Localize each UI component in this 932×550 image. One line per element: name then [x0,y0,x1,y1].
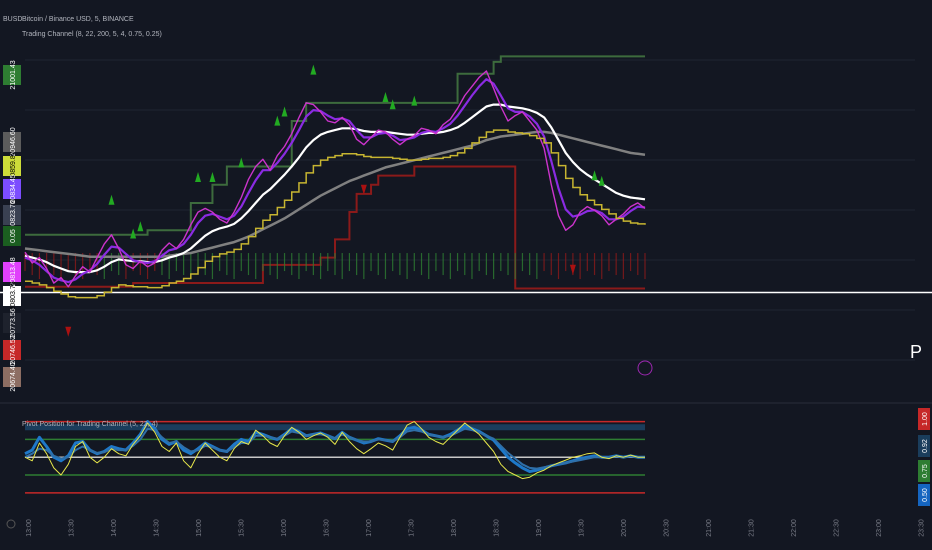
time-tick: 16:00 [281,519,288,537]
price-tag-label: 20803.75 [10,281,17,310]
time-tick: 14:00 [111,519,118,537]
time-tick: 22:30 [834,519,841,537]
time-tick: 16:30 [324,519,331,537]
time-tick: 23:00 [876,519,883,537]
indicator-title: Trading Channel (8, 22, 200, 5, 4, 0.75,… [22,31,162,38]
price-tag-label: 20834.45 [10,174,17,203]
oscillator-title: Pivot Position for Trading Channel (5, 2… [22,421,158,428]
price-tag-label: 20823.76 [10,200,17,229]
chart-title: Bitcoin / Binance USD, 5, BINANCE [22,16,134,23]
price-tag-label: 20773.56 [10,308,17,337]
chart-canvas: 13:00 13:30 14:00 14:30 15:00 15:30 16:00 16:30… [0,0,932,550]
time-tick: 14:30 [154,519,161,537]
time-tick: 17:30 [409,519,416,537]
price-tag-label: 21001.43 [10,60,17,89]
time-tick: 20:30 [664,519,671,537]
time-tick: 20:00 [621,519,628,537]
time-tick: 19:30 [579,519,586,537]
osc-tag-label: 1.00 [922,412,929,426]
price-tag-label: 20674.40 [10,362,17,391]
osc-tag-label: 0.75 [922,464,929,478]
time-tick: 21:00 [706,519,713,537]
time-tick: 15:00 [196,519,203,537]
time-tick: 21:30 [749,519,756,537]
time-tick: 18:30 [494,519,501,537]
time-tick: 18:00 [451,519,458,537]
time-tick: 13:30 [69,519,76,537]
price-tag-label: 20746.52 [10,335,17,364]
osc-tag-label: 0.50 [922,488,929,502]
time-tick: 17:00 [366,519,373,537]
time-tick: 19:00 [536,519,543,537]
osc-tag-label: 0.92 [922,439,929,453]
time-tick: 13:00 [26,519,33,537]
symbol-code: BUSD [3,16,22,23]
time-tick: 15:30 [239,519,246,537]
time-tick: 22:00 [791,519,798,537]
p-marker: P [910,342,922,362]
time-tick: 23:30 [919,519,926,537]
price-tag-label: 0.05 [10,229,17,243]
